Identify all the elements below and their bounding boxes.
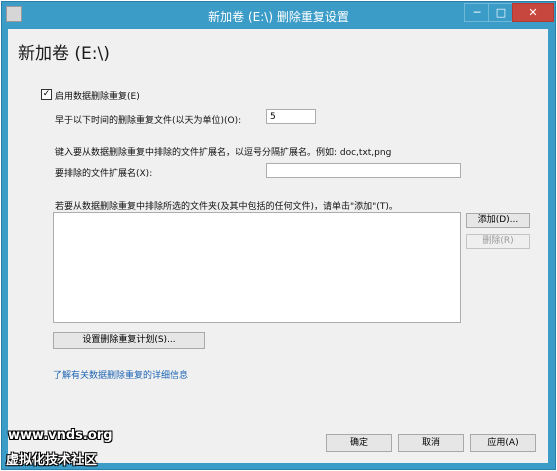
exclude-folders-instruction: 若要从数据删除重复中排除所选的文件夹(及其中包括的任何文件)，请单击"添加"(T… bbox=[55, 202, 398, 212]
ok-button[interactable]: 确定 bbox=[326, 434, 392, 452]
watermark-url: www.vnds.org bbox=[8, 428, 113, 443]
remove-folder-button[interactable]: 删除(R) bbox=[466, 234, 530, 249]
dialog-body: 新加卷 (E:\) ✓ 启用数据删除重复(E) 早于以下时间的删除重复文件(以天… bbox=[8, 29, 548, 463]
cancel-button[interactable]: 取消 bbox=[398, 434, 464, 452]
volume-heading: 新加卷 (E:\) bbox=[18, 44, 110, 64]
file-age-input[interactable] bbox=[266, 109, 316, 124]
exclude-ext-instruction: 键入要从数据删除重复中排除的文件扩展名，以逗号分隔扩展名。例如: doc,txt… bbox=[55, 148, 392, 158]
maximize-button[interactable]: □ bbox=[488, 3, 514, 22]
excluded-folders-list[interactable] bbox=[53, 212, 461, 323]
close-button[interactable]: ✕ bbox=[512, 3, 554, 22]
set-schedule-button[interactable]: 设置删除重复计划(S)... bbox=[53, 332, 205, 349]
exclude-ext-label: 要排除的文件扩展名(X): bbox=[55, 169, 153, 179]
exclude-ext-input[interactable] bbox=[266, 163, 461, 178]
watermark-caption: 虚拟化技术社区 bbox=[6, 453, 98, 468]
enable-dedup-label[interactable]: 启用数据删除重复(E) bbox=[55, 89, 140, 102]
enable-dedup-checkbox[interactable]: ✓ bbox=[41, 89, 52, 100]
title-bar[interactable]: 新加卷 (E:\) 删除重复设置 ─ □ ✕ bbox=[2, 2, 555, 30]
file-age-label: 早于以下时间的删除重复文件(以天为单位)(O): bbox=[55, 116, 242, 126]
learn-more-link[interactable]: 了解有关数据删除重复的详细信息 bbox=[53, 368, 188, 381]
add-folder-button[interactable]: 添加(D)... bbox=[466, 213, 530, 228]
apply-button[interactable]: 应用(A) bbox=[470, 434, 536, 452]
dedup-settings-window: 新加卷 (E:\) 删除重复设置 ─ □ ✕ 新加卷 (E:\) ✓ 启用数据删… bbox=[1, 1, 556, 470]
minimize-button[interactable]: ─ bbox=[464, 3, 490, 22]
